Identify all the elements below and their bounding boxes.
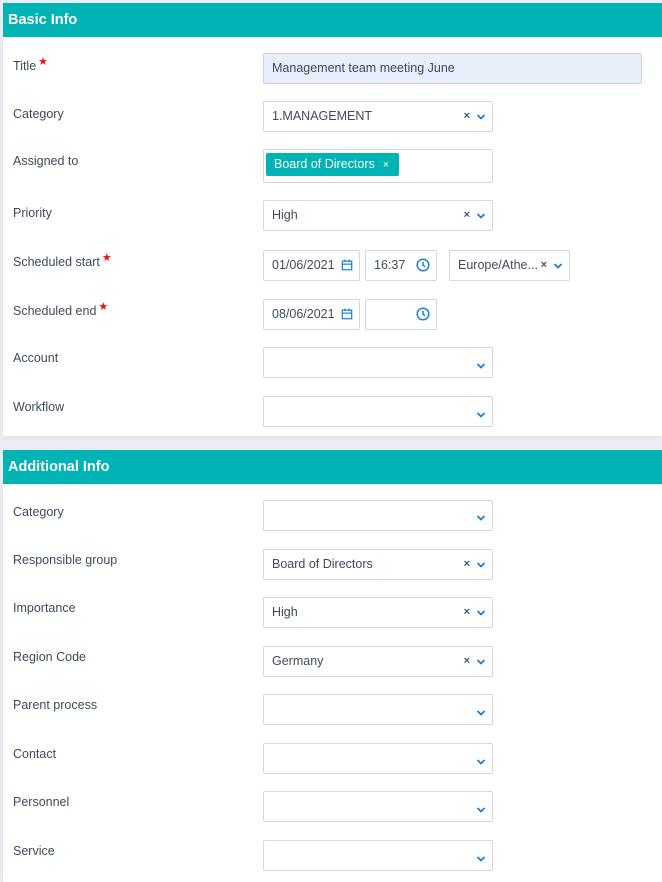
scheduled-start-label: Scheduled start	[13, 255, 100, 269]
additional-info-header: Additional Info	[3, 450, 662, 484]
region-code-label: Region Code	[13, 650, 86, 664]
chevron-down-icon[interactable]	[476, 806, 486, 814]
region-code-value: Germany	[272, 654, 324, 668]
scheduled-start-time-value: 16:37	[374, 258, 406, 272]
scheduled-end-time-input[interactable]	[365, 299, 437, 330]
scheduled-start-time-input[interactable]: 16:37	[365, 250, 437, 281]
assigned-chip: Board of Directors ×	[266, 153, 400, 176]
clock-icon[interactable]	[416, 307, 430, 321]
chevron-down-icon[interactable]	[476, 609, 486, 617]
clear-icon[interactable]: ×	[464, 607, 470, 618]
assigned-chip-label: Board of Directors	[274, 157, 375, 171]
clock-icon[interactable]	[416, 258, 430, 272]
responsible-group-label: Responsible group	[13, 553, 118, 567]
calendar-icon[interactable]	[341, 259, 353, 271]
scheduled-end-date-input[interactable]: 08/06/2021	[263, 299, 360, 330]
chevron-down-icon[interactable]	[476, 855, 486, 863]
assigned-to-multiselect[interactable]: Board of Directors ×	[263, 149, 493, 183]
parent-process-select[interactable]	[263, 694, 493, 725]
assigned-to-label: Assigned to	[13, 154, 79, 168]
account-select[interactable]	[263, 347, 493, 378]
required-star-icon: ★	[38, 56, 49, 68]
basic-info-header: Basic Info	[3, 3, 662, 37]
chevron-down-icon[interactable]	[476, 212, 486, 220]
chevron-down-icon[interactable]	[476, 362, 486, 370]
clear-icon[interactable]: ×	[541, 260, 547, 271]
account-label: Account	[13, 351, 59, 365]
service-label: Service	[13, 844, 55, 858]
additional-info-panel: Additional Info Category Responsible gro…	[3, 450, 662, 882]
category-label: Category	[13, 107, 64, 121]
workflow-label: Workflow	[13, 400, 65, 414]
contact-label: Contact	[13, 747, 57, 761]
category-select[interactable]: 1.MANAGEMENT ×	[263, 101, 493, 132]
priority-label: Priority	[13, 206, 52, 220]
scheduled-end-label: Scheduled end	[13, 304, 97, 318]
service-select[interactable]	[263, 840, 493, 871]
chevron-down-icon[interactable]	[476, 561, 486, 569]
chevron-down-icon[interactable]	[476, 658, 486, 666]
clear-icon[interactable]: ×	[464, 656, 470, 667]
importance-value: High	[272, 605, 298, 619]
clear-icon[interactable]: ×	[464, 210, 470, 221]
workflow-select[interactable]	[263, 396, 493, 427]
chevron-down-icon[interactable]	[476, 113, 486, 121]
category-select-value: 1.MANAGEMENT	[272, 109, 373, 123]
required-star-icon: ★	[98, 301, 109, 313]
timezone-select-value: Europe/Athe...	[458, 258, 538, 272]
timezone-select[interactable]: Europe/Athe... ×	[449, 250, 570, 281]
required-star-icon: ★	[101, 252, 112, 264]
clear-icon[interactable]: ×	[464, 559, 470, 570]
chevron-down-icon[interactable]	[476, 758, 486, 766]
basic-info-panel: Basic Info Title ★ Management team meetin…	[3, 3, 662, 436]
additional-category-label: Category	[13, 505, 64, 519]
importance-label: Importance	[13, 601, 76, 615]
personnel-label: Personnel	[13, 795, 70, 809]
scheduled-start-date-value: 01/06/2021	[272, 258, 335, 272]
additional-category-select[interactable]	[263, 500, 493, 531]
region-code-select[interactable]: Germany ×	[263, 646, 493, 677]
personnel-select[interactable]	[263, 791, 493, 822]
title-input-value: Management team meeting June	[272, 61, 455, 75]
contact-select[interactable]	[263, 743, 493, 774]
calendar-icon[interactable]	[341, 308, 353, 320]
clear-icon[interactable]: ×	[464, 111, 470, 122]
scheduled-end-date-value: 08/06/2021	[272, 307, 335, 321]
responsible-group-select[interactable]: Board of Directors ×	[263, 549, 493, 580]
importance-select[interactable]: High ×	[263, 597, 493, 628]
responsible-group-value: Board of Directors	[272, 557, 373, 571]
scheduled-start-date-input[interactable]: 01/06/2021	[263, 250, 360, 281]
chevron-down-icon[interactable]	[476, 709, 486, 717]
priority-select[interactable]: High ×	[263, 200, 493, 231]
priority-select-value: High	[272, 208, 298, 222]
chip-remove-icon[interactable]: ×	[383, 159, 389, 171]
chevron-down-icon[interactable]	[476, 514, 486, 522]
title-label: Title	[13, 59, 37, 73]
chevron-down-icon[interactable]	[476, 411, 486, 419]
parent-process-label: Parent process	[13, 698, 98, 712]
chevron-down-icon[interactable]	[553, 262, 563, 270]
title-input[interactable]: Management team meeting June	[263, 53, 642, 84]
